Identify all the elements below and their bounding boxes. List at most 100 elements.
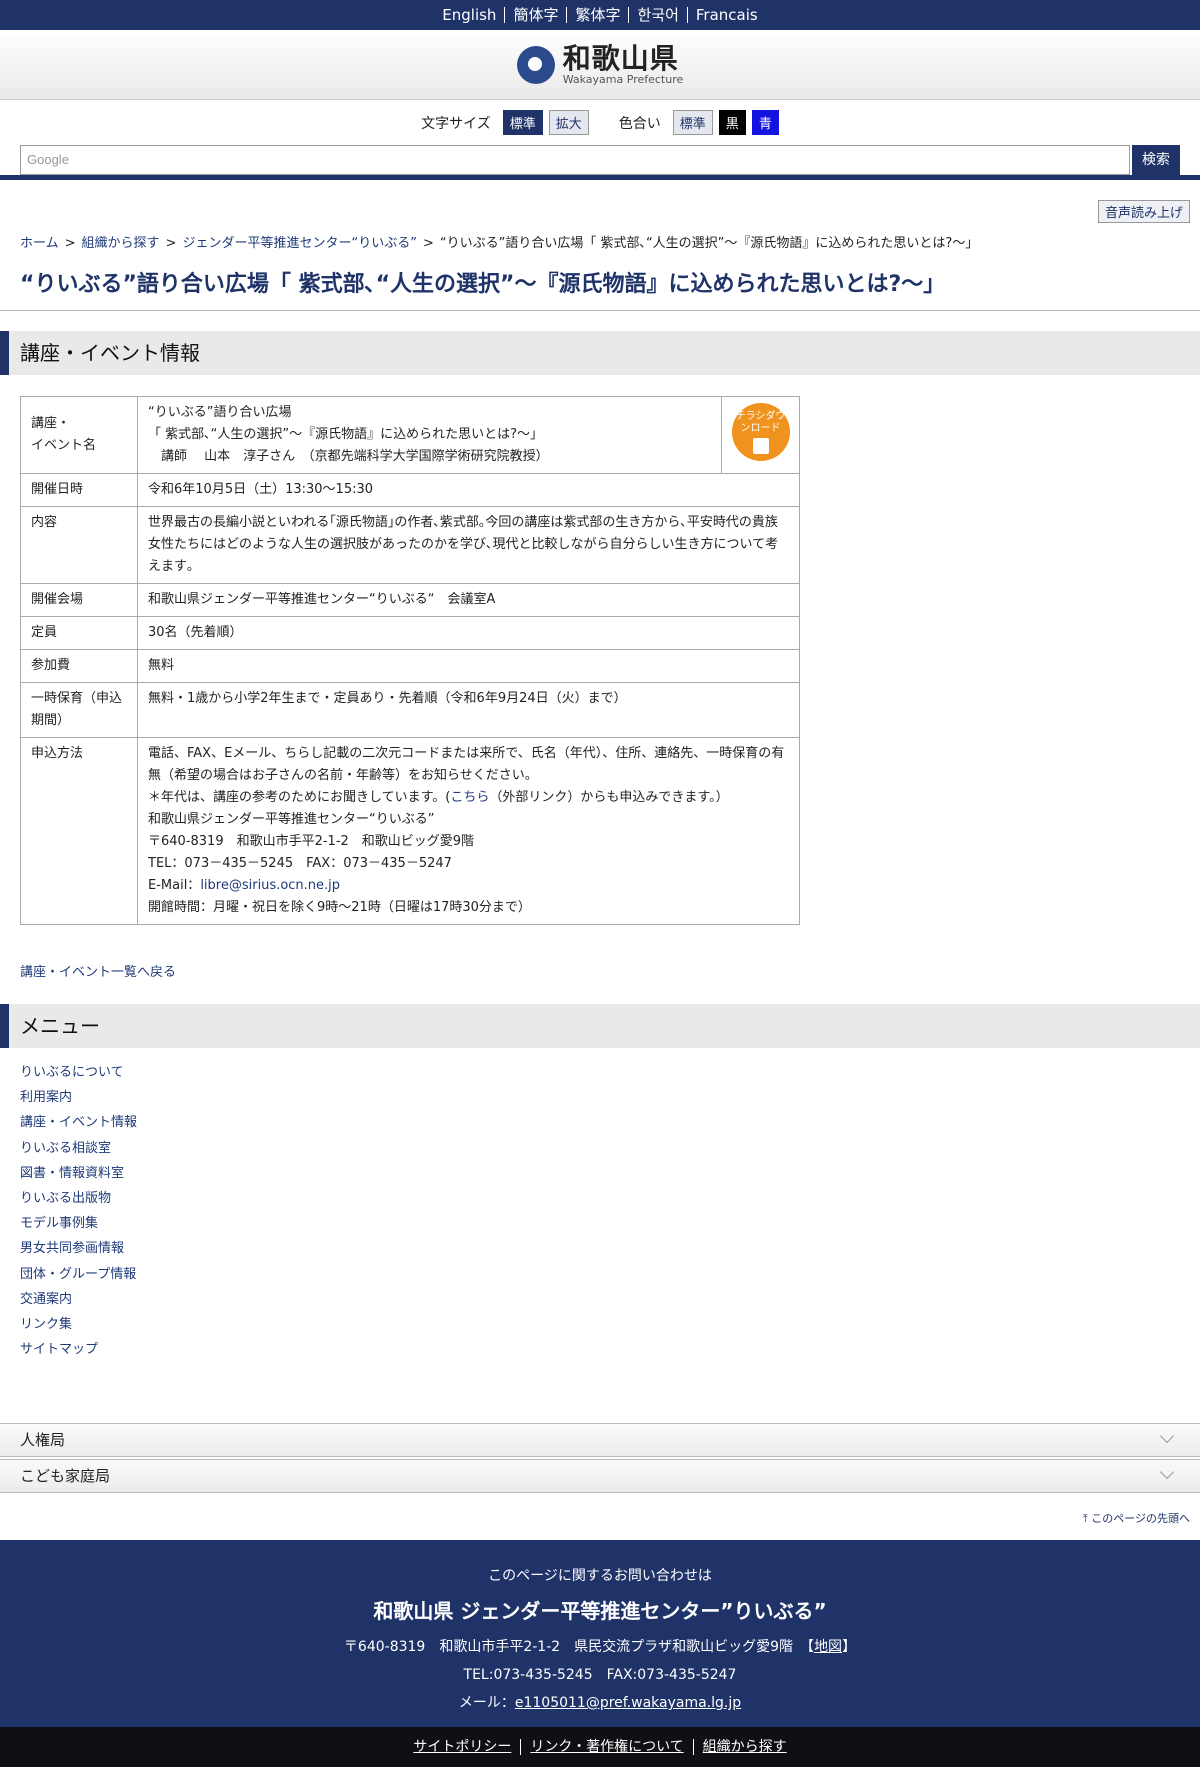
- apply-tel: TEL：073－435－5245 FAX：073－435－5247: [148, 856, 452, 871]
- site-policy-link[interactable]: サイトポリシー: [404, 1739, 522, 1755]
- menu-item-usage[interactable]: 利用案内: [20, 1090, 72, 1105]
- menu-item-sitemap[interactable]: サイトマップ: [20, 1342, 98, 1357]
- site-footer: このページに関するお問い合わせは 和歌山県 ジェンダー平等推進センター”りいぶる…: [0, 1540, 1200, 1727]
- lang-english-link[interactable]: English: [434, 7, 506, 23]
- apply-address: 〒640-8319 和歌山市手平2-1-2 和歌山ビッグ愛9階: [148, 834, 475, 849]
- chevron-down-icon: [1159, 1464, 1175, 1480]
- menu-list: りいぶるについて 利用案内 講座・イベント情報 りいぶる相談室 図書・情報資料室…: [20, 1060, 137, 1362]
- footer-email-link[interactable]: e1105011@pref.wakayama.lg.jp: [515, 1695, 741, 1711]
- menu-item-publications[interactable]: りいぶる出版物: [20, 1191, 111, 1206]
- event-name-line: “りいぶる”語り合い広場: [148, 405, 292, 420]
- apply-note: ＊年代は、講座の参考のためにお聞きしています。(こちら（外部リンク）からも申込み…: [148, 790, 729, 805]
- color-blue-button[interactable]: 青: [751, 110, 779, 135]
- color-standard-button[interactable]: 標準: [672, 110, 713, 135]
- table-row: 一時保育（申込期間） 無料・1歳から小学2年生まで・定員あり・先着順（令和6年9…: [20, 682, 800, 738]
- apply-org: 和歌山県ジェンダー平等推進センター“りいぶる”: [148, 812, 435, 827]
- footer-inquiry: このページに関するお問い合わせは: [488, 1568, 712, 1584]
- logo-title: 和歌山県: [562, 41, 679, 75]
- apply-cell: 電話、FAX、Eメール、ちらし記載の二次元コードまたは来所で、氏名（年代）、住所…: [137, 737, 800, 925]
- title-divider: [0, 310, 1200, 311]
- color-label: 色合い: [618, 115, 661, 132]
- color-black-button[interactable]: 黒: [718, 110, 746, 135]
- font-size-large-button[interactable]: 拡大: [548, 110, 589, 135]
- menu-item-library[interactable]: 図書・情報資料室: [20, 1166, 124, 1181]
- menu-item-access[interactable]: 交通案内: [20, 1292, 72, 1307]
- menu-item-case-studies[interactable]: モデル事例集: [20, 1216, 98, 1231]
- table-row: 開催日時 令和6年10月5日（土）13:30～15:30: [20, 473, 800, 507]
- footer-mail: メール：e1105011@pref.wakayama.lg.jp: [458, 1695, 742, 1711]
- menu-item-events[interactable]: 講座・イベント情報: [20, 1115, 137, 1130]
- search-button[interactable]: 検索: [1132, 145, 1180, 175]
- menu-item-about[interactable]: りいぶるについて: [20, 1065, 124, 1080]
- childcare-label: 一時保育（申込期間）: [20, 682, 138, 738]
- table-row: 講座・ イベント名 “りいぶる”語り合い広場 「 紫式部､“人生の選択”～『源氏…: [20, 396, 800, 474]
- breadcrumb-current: “りいぶる”語り合い広場「 紫式部､“人生の選択”～『源氏物語』に込められた思い…: [439, 236, 979, 251]
- flyer-cell: チラシダウンロード: [721, 396, 800, 474]
- lang-simplified-chinese-link[interactable]: 簡体字: [505, 7, 568, 23]
- date-value: 令和6年10月5日（土）13:30～15:30: [137, 473, 800, 507]
- back-to-events-link[interactable]: 講座・イベント一覧へ戻る: [20, 961, 176, 980]
- lang-traditional-chinese-link[interactable]: 繁体字: [567, 7, 630, 23]
- event-name-label: 講座・ イベント名: [20, 396, 138, 474]
- venue-label: 開催会場: [20, 583, 138, 617]
- font-size-label: 文字サイズ: [421, 115, 491, 132]
- section-heading-menu: メニュー: [0, 1004, 1200, 1048]
- childcare-value: 無料・1歳から小学2年生まで・定員あり・先着順（令和6年9月24日（火）まで）: [137, 682, 800, 738]
- breadcrumb-center-link[interactable]: ジェンダー平等推進センター“りいぶる”: [182, 236, 416, 251]
- accordion-children-family[interactable]: こども家庭局: [0, 1459, 1200, 1493]
- capacity-value: 30名（先着順）: [137, 616, 800, 650]
- site-logo[interactable]: 和歌山県 Wakayama Prefecture: [516, 41, 683, 86]
- event-info-table: 講座・ イベント名 “りいぶる”語り合い広場 「 紫式部､“人生の選択”～『源氏…: [20, 396, 800, 925]
- lang-french-link[interactable]: Francais: [688, 7, 766, 23]
- fee-value: 無料: [137, 649, 800, 683]
- capacity-label: 定員: [20, 616, 138, 650]
- table-row: 開催会場 和歌山県ジェンダー平等推進センター“りいぶる“ 会議室A: [20, 583, 800, 617]
- menu-item-groups[interactable]: 団体・グループ情報: [20, 1267, 136, 1282]
- accordion-label: 人権局: [20, 1431, 66, 1449]
- apply-email: E-Mail：libre@sirius.ocn.ne.jp: [148, 878, 341, 893]
- accessibility-tools: 文字サイズ 標準 拡大 色合い 標準 黒 青 Google 検索: [0, 100, 1200, 180]
- footer-org-name: 和歌山県 ジェンダー平等推進センター”りいぶる”: [373, 1599, 827, 1623]
- breadcrumb-home-link[interactable]: ホーム: [20, 236, 59, 251]
- email-link[interactable]: libre@sirius.ocn.ne.jp: [200, 878, 340, 893]
- section-heading-events: 講座・イベント情報: [0, 331, 1200, 375]
- event-name-cell: “りいぶる”語り合い広場 「 紫式部､“人生の選択”～『源氏物語』に込められた思…: [137, 396, 722, 474]
- event-name-line: 講師 山本 淳子さん （京都先端科学大学国際学術研究院教授）: [148, 449, 549, 464]
- fee-label: 参加費: [20, 649, 138, 683]
- page-title: “りいぶる”語り合い広場「 紫式部､“人生の選択”～『源氏物語』に込められた思い…: [20, 272, 946, 297]
- copyright-link[interactable]: リンク・著作権について: [521, 1739, 694, 1755]
- org-search-link[interactable]: 組織から探す: [694, 1739, 796, 1755]
- footer-links: サイトポリシー リンク・著作権について 組織から探す: [0, 1727, 1200, 1767]
- chevron-down-icon: [1159, 1428, 1175, 1444]
- flyer-download-icon[interactable]: チラシダウンロード: [731, 403, 790, 461]
- event-name-line: 「 紫式部､“人生の選択”～『源氏物語』に込められた思いとは?～」: [148, 427, 544, 442]
- table-row: 内容 世界最古の長編小説といわれる｢源氏物語｣の作者､紫式部｡今回の講座は紫式部…: [20, 506, 800, 584]
- font-size-standard-button[interactable]: 標準: [502, 110, 543, 135]
- back-to-top-link[interactable]: ⤒ このページの先頭へ: [1083, 1510, 1190, 1526]
- accordion-label: こども家庭局: [20, 1467, 111, 1485]
- footer-tel: TEL:073-435-5245 FAX:073-435-5247: [463, 1667, 737, 1683]
- arrow-up-icon: ⤒: [1082, 1512, 1092, 1525]
- flyer-download-label: チラシダウンロード: [735, 411, 786, 434]
- text-to-speech-button[interactable]: 音声読み上げ: [1097, 200, 1190, 223]
- breadcrumb-org-link[interactable]: 組織から探す: [82, 236, 160, 251]
- lang-korean-link[interactable]: 한국어: [629, 7, 688, 23]
- table-row: 定員 30名（先着順）: [20, 616, 800, 650]
- accordion-human-rights[interactable]: 人権局: [0, 1423, 1200, 1457]
- external-apply-link[interactable]: こちら: [450, 790, 489, 805]
- language-bar: English 簡体字 繁体字 한국어 Francais: [0, 0, 1200, 30]
- apply-text: 電話、FAX、Eメール、ちらし記載の二次元コードまたは来所で、氏名（年代）、住所…: [148, 746, 785, 783]
- date-label: 開催日時: [20, 473, 138, 507]
- menu-item-links[interactable]: リンク集: [20, 1317, 72, 1332]
- map-link[interactable]: 地図: [814, 1639, 842, 1655]
- apply-label: 申込方法: [20, 737, 138, 925]
- search-input[interactable]: Google: [20, 145, 1130, 175]
- menu-item-gender-equality[interactable]: 男女共同参画情報: [20, 1241, 124, 1256]
- site-header: 和歌山県 Wakayama Prefecture: [0, 30, 1200, 100]
- menu-item-consultation[interactable]: りいぶる相談室: [20, 1141, 111, 1156]
- document-icon: [752, 438, 769, 454]
- content-label: 内容: [20, 506, 138, 584]
- site-search: Google 検索: [20, 145, 1180, 175]
- table-row: 参加費 無料: [20, 649, 800, 683]
- table-row: 申込方法 電話、FAX、Eメール、ちらし記載の二次元コードまたは来所で、氏名（年…: [20, 737, 800, 925]
